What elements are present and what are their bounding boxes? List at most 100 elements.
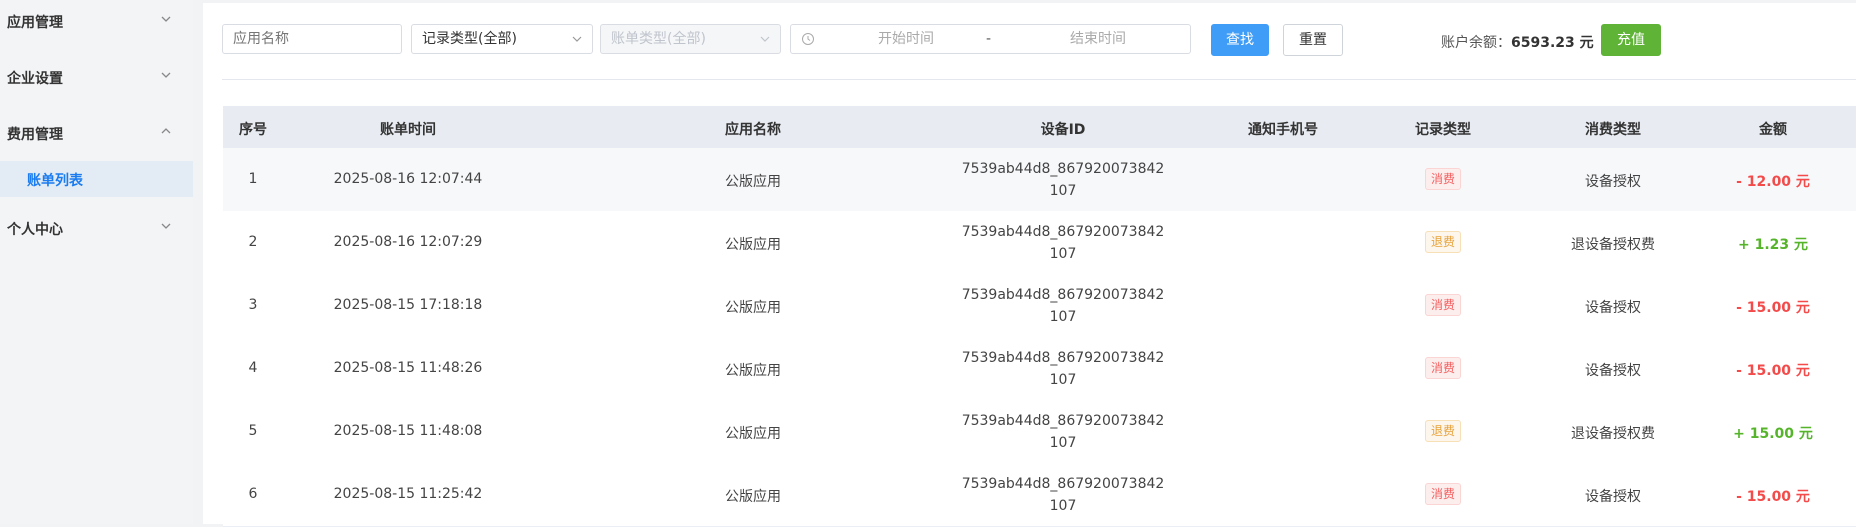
- cell-consume: 设备授权: [1585, 363, 1641, 379]
- column-header: 设备ID: [1040, 122, 1086, 138]
- chevron-down-icon: [161, 223, 171, 229]
- cell-record: 消费: [1383, 357, 1503, 379]
- cell-no: 3: [248, 297, 258, 313]
- cell-amount: - 12.00 元: [1736, 174, 1810, 190]
- table-row: 4 2025-08-15 11:48:26 公版应用 7539ab44d8_86…: [223, 337, 1856, 401]
- cell-consume: 设备授权: [1585, 300, 1641, 316]
- cell-amount: - 15.00 元: [1736, 363, 1810, 379]
- column-header: 应用名称: [725, 122, 781, 138]
- cell-app: 公版应用: [725, 363, 781, 379]
- cell-time: 2025-08-16 12:07:44: [333, 171, 483, 187]
- search-button[interactable]: 查找: [1211, 24, 1269, 56]
- cell-time: 2025-08-16 12:07:29: [333, 234, 483, 250]
- cell-time: 2025-08-15 11:48:08: [333, 423, 483, 439]
- cell-no: 5: [248, 423, 258, 439]
- table-header: 序号 账单时间 应用名称 设备ID 通知手机号 记录类型 消费类型 金额: [223, 106, 1856, 148]
- table-row: 5 2025-08-15 11:48:08 公版应用 7539ab44d8_86…: [223, 400, 1856, 464]
- sidebar-item-bill-list[interactable]: 账单列表: [0, 161, 193, 197]
- cell-time: 2025-08-15 11:48:26: [333, 360, 483, 376]
- cell-amount: + 15.00 元: [1733, 426, 1813, 442]
- device-id-line: 7539ab44d8_867920073842: [961, 287, 1165, 303]
- sidebar-group-cost-management[interactable]: 费用管理: [0, 112, 193, 156]
- record-type-tag: 退费: [1424, 420, 1461, 442]
- chevron-down-icon: [161, 72, 171, 78]
- account-balance: 账户余额：6593.23 元: [1441, 32, 1594, 52]
- column-header: 消费类型: [1585, 122, 1641, 138]
- device-id-line: 7539ab44d8_867920073842: [961, 413, 1165, 429]
- sidebar-group-label: 企业设置: [7, 71, 63, 87]
- sidebar-group-label: 费用管理: [7, 127, 63, 143]
- table-row: 6 2025-08-15 11:25:42 公版应用 7539ab44d8_86…: [223, 463, 1856, 527]
- cell-device-id: 7539ab44d8_867920073842 107: [953, 410, 1173, 454]
- cell-time: 2025-08-15 11:25:42: [333, 486, 483, 502]
- device-id-line: 7539ab44d8_867920073842: [961, 476, 1165, 492]
- cell-record: 消费: [1383, 168, 1503, 190]
- sidebar-group-personal-center[interactable]: 个人中心: [0, 207, 193, 251]
- recharge-button[interactable]: 充值: [1601, 24, 1661, 56]
- cell-app: 公版应用: [725, 426, 781, 442]
- column-header: 记录类型: [1415, 122, 1471, 138]
- cell-app: 公版应用: [725, 237, 781, 253]
- cell-amount: - 15.00 元: [1736, 489, 1810, 505]
- divider: [222, 79, 1856, 80]
- start-time-field[interactable]: 开始时间: [861, 25, 951, 53]
- clock-icon: [802, 33, 814, 45]
- cell-amount: + 1.23 元: [1737, 237, 1809, 253]
- cell-record: 消费: [1383, 294, 1503, 316]
- device-id-line: 107: [1049, 435, 1077, 451]
- date-separator: -: [986, 31, 992, 47]
- cell-time: 2025-08-15 17:18:18: [333, 297, 483, 313]
- cell-device-id: 7539ab44d8_867920073842 107: [953, 221, 1173, 265]
- caret-down-icon: [572, 36, 582, 42]
- app-name-input[interactable]: [222, 24, 402, 54]
- sidebar: 应用管理 企业设置 费用管理 账单列表 个人中心: [0, 0, 193, 524]
- cell-record: 消费: [1383, 483, 1503, 505]
- sidebar-group-label: 个人中心: [7, 222, 63, 238]
- reset-button[interactable]: 重置: [1283, 24, 1343, 56]
- bill-type-select[interactable]: 账单类型(全部): [600, 24, 781, 54]
- cell-device-id: 7539ab44d8_867920073842 107: [953, 284, 1173, 328]
- cell-record: 退费: [1383, 231, 1503, 253]
- device-id-line: 107: [1049, 498, 1077, 514]
- record-type-value: 记录类型(全部): [422, 31, 517, 47]
- date-range-picker[interactable]: 开始时间 - 结束时间: [790, 24, 1191, 54]
- record-type-tag: 消费: [1424, 483, 1461, 505]
- device-id-line: 7539ab44d8_867920073842: [961, 161, 1165, 177]
- chevron-down-icon: [161, 16, 171, 22]
- column-header: 金额: [1759, 122, 1787, 138]
- sidebar-item-label: 账单列表: [27, 173, 83, 189]
- sidebar-group-label: 应用管理: [7, 15, 63, 31]
- balance-value: 6593.23 元: [1511, 35, 1594, 51]
- cell-app: 公版应用: [725, 300, 781, 316]
- cell-app: 公版应用: [725, 174, 781, 190]
- cell-no: 6: [248, 486, 258, 502]
- table-row: 2 2025-08-16 12:07:29 公版应用 7539ab44d8_86…: [223, 211, 1856, 275]
- record-type-tag: 消费: [1424, 294, 1461, 316]
- record-type-select[interactable]: 记录类型(全部): [411, 24, 593, 54]
- column-header: 账单时间: [380, 122, 436, 138]
- cell-no: 2: [248, 234, 258, 250]
- table-row: 3 2025-08-15 17:18:18 公版应用 7539ab44d8_86…: [223, 274, 1856, 338]
- cell-no: 4: [248, 360, 258, 376]
- cell-app: 公版应用: [725, 489, 781, 505]
- sidebar-group-enterprise-settings[interactable]: 企业设置: [0, 56, 193, 100]
- record-type-tag: 退费: [1424, 231, 1461, 253]
- column-header: 序号: [239, 122, 267, 138]
- record-type-tag: 消费: [1424, 168, 1461, 190]
- cell-consume: 设备授权: [1585, 489, 1641, 505]
- caret-down-icon: [760, 36, 770, 42]
- cell-consume: 退设备授权费: [1571, 426, 1655, 442]
- table-row: 1 2025-08-16 12:07:44 公版应用 7539ab44d8_86…: [223, 148, 1856, 212]
- cell-device-id: 7539ab44d8_867920073842 107: [953, 158, 1173, 202]
- cell-amount: - 15.00 元: [1736, 300, 1810, 316]
- cell-device-id: 7539ab44d8_867920073842 107: [953, 347, 1173, 391]
- cell-consume: 设备授权: [1585, 174, 1641, 190]
- cell-no: 1: [248, 171, 258, 187]
- main-panel: 记录类型(全部) 账单类型(全部) 开始时间 - 结束时间 查找 重置 账户余额…: [203, 3, 1856, 527]
- record-type-tag: 消费: [1424, 357, 1461, 379]
- device-id-line: 107: [1049, 183, 1077, 199]
- chevron-up-icon: [161, 128, 171, 134]
- end-time-field[interactable]: 结束时间: [1053, 25, 1143, 53]
- sidebar-group-app-management[interactable]: 应用管理: [0, 0, 193, 44]
- balance-label: 账户余额：: [1441, 35, 1511, 51]
